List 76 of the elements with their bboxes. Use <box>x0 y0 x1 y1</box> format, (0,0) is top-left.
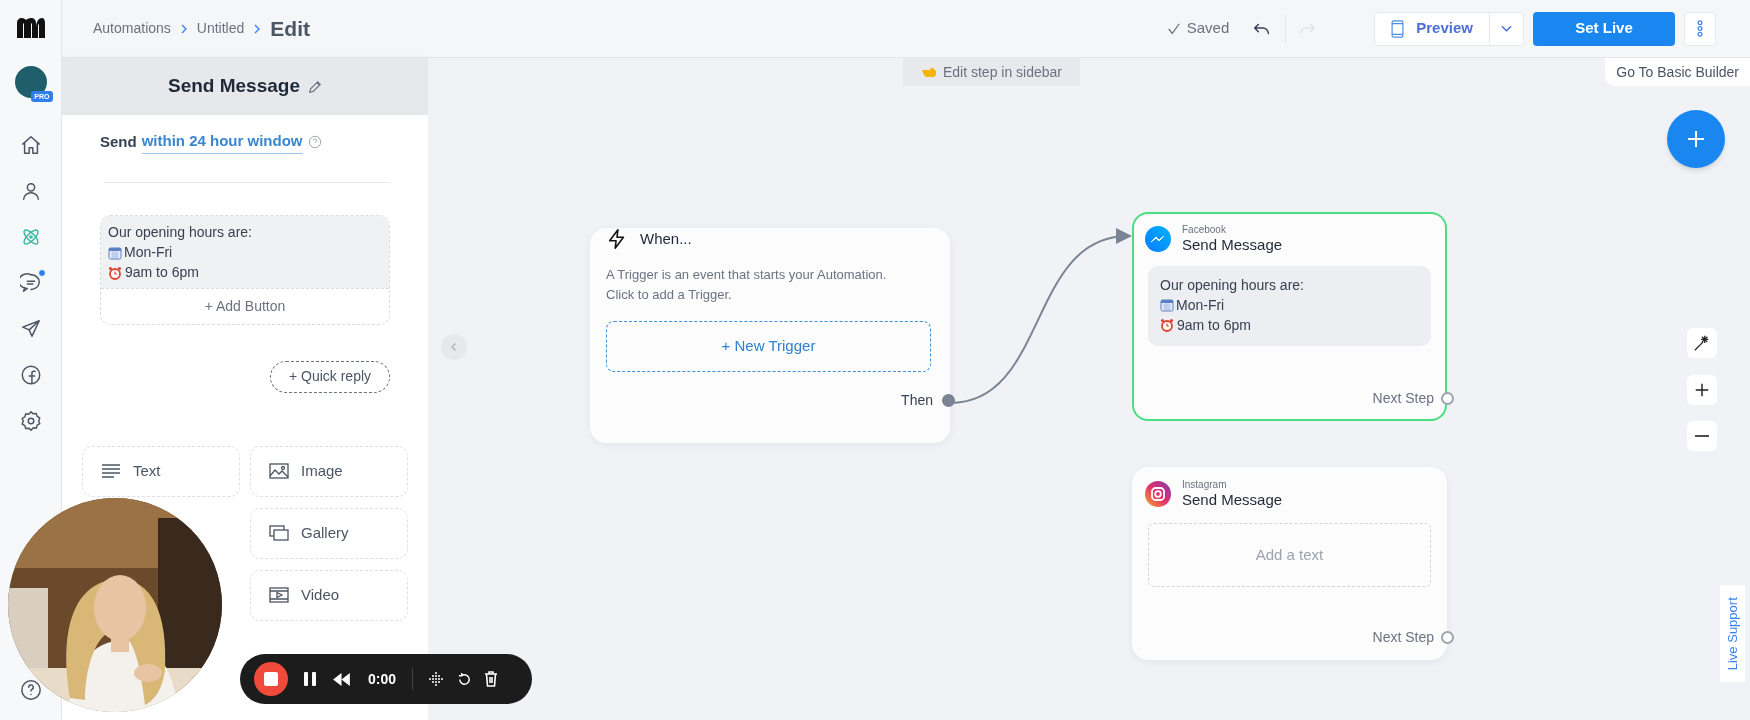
message-line: Mon-Fri <box>124 243 173 262</box>
nav-item[interactable] <box>17 272 44 294</box>
more-vertical-icon <box>1697 20 1703 37</box>
plus-icon <box>1693 381 1711 399</box>
logo-icon[interactable] <box>14 16 47 40</box>
block-tile[interactable]: Text <box>82 445 240 497</box>
trigger-description: A Trigger is an event that starts your Automation. Click to add a Trigger. <box>606 265 888 304</box>
magic-wand-icon <box>1693 334 1711 352</box>
breadcrumb-item: Edit <box>270 15 310 42</box>
pause-icon[interactable] <box>304 672 316 686</box>
saved-status: Saved <box>1186 18 1230 39</box>
basic-builder-link[interactable]: Go To Basic Builder <box>1605 58 1750 86</box>
auto-layout-button[interactable] <box>1687 328 1717 358</box>
text-lines-icon <box>101 463 121 479</box>
image-icon <box>269 463 289 479</box>
chat-icon <box>19 272 42 294</box>
phone-icon <box>1391 19 1405 38</box>
zoom-in-button[interactable] <box>1687 375 1717 405</box>
recording-time: 0:00 <box>368 669 397 689</box>
check-icon <box>1166 21 1181 36</box>
block-tile[interactable]: Gallery <box>250 507 408 559</box>
pencil-icon[interactable] <box>308 79 322 94</box>
caret-down-icon <box>1501 24 1512 33</box>
stop-button[interactable] <box>254 662 288 696</box>
message-line: Mon-Fri <box>1176 295 1225 315</box>
channel-label: Instagram <box>1182 479 1228 491</box>
message-line: Our opening hours are: <box>1160 275 1304 295</box>
output-label: Then <box>901 391 933 410</box>
messenger-icon <box>1144 225 1172 253</box>
home-icon <box>19 134 42 156</box>
block-tile[interactable]: Image <box>250 445 408 497</box>
send-window-link[interactable]: within 24 hour window <box>141 130 303 154</box>
breadcrumb-item[interactable]: Untitled <box>196 18 245 39</box>
instagram-icon <box>1144 480 1172 508</box>
add-step-button[interactable] <box>1667 110 1725 168</box>
edit-hint-banner: Edit step in sidebar <box>903 58 1080 86</box>
new-trigger-button[interactable]: + New Trigger <box>606 320 931 372</box>
pointing-hand-icon <box>920 66 937 78</box>
calendar-icon <box>1160 298 1174 312</box>
send-icon <box>19 318 42 340</box>
plus-icon <box>1686 129 1706 149</box>
breadcrumb-item[interactable]: Automations <box>93 18 171 39</box>
channel-label: Facebook <box>1182 224 1227 236</box>
message-card[interactable]: Our opening hours are: Mon-Fri 9am to 6pm + Add Button <box>100 214 390 325</box>
stop-icon <box>264 672 278 686</box>
add-button[interactable]: + Add Button <box>101 287 389 324</box>
restart-icon[interactable] <box>457 671 473 687</box>
block-tile[interactable]: Video <box>250 569 408 621</box>
message-line: Our opening hours are: <box>108 223 252 242</box>
live-support-tab[interactable]: Live Support <box>1720 585 1745 682</box>
video-icon <box>269 587 289 603</box>
rewind-icon[interactable] <box>333 672 350 686</box>
set-live-button[interactable]: Set Live <box>1533 11 1675 46</box>
trash-icon[interactable] <box>484 671 499 687</box>
send-label: Send <box>100 131 137 152</box>
alarm-clock-icon <box>1160 318 1174 332</box>
node-title: When... <box>640 229 692 249</box>
alarm-clock-icon <box>108 265 122 280</box>
calendar-icon <box>108 245 122 260</box>
node-title: Send Message <box>1182 491 1283 509</box>
message-line: 9am to 6pm <box>1177 315 1251 335</box>
output-label: Next Step <box>1372 389 1434 408</box>
gallery-icon <box>269 525 289 541</box>
live-support-link[interactable]: Live Support <box>1722 597 1743 670</box>
account-avatar[interactable] <box>14 66 47 98</box>
minus-icon <box>1695 435 1709 437</box>
message-line: 9am to 6pm <box>125 263 199 282</box>
help-icon[interactable] <box>19 679 42 701</box>
step-title: Send Message <box>168 74 300 99</box>
settings-icon <box>19 410 42 432</box>
output-label: Next Step <box>1372 628 1434 647</box>
facebook-icon <box>19 364 42 386</box>
more-button[interactable] <box>1684 11 1716 46</box>
node-title: Send Message <box>1182 236 1283 254</box>
dot-grid-icon[interactable] <box>428 671 445 687</box>
zoom-out-button[interactable] <box>1687 421 1717 451</box>
